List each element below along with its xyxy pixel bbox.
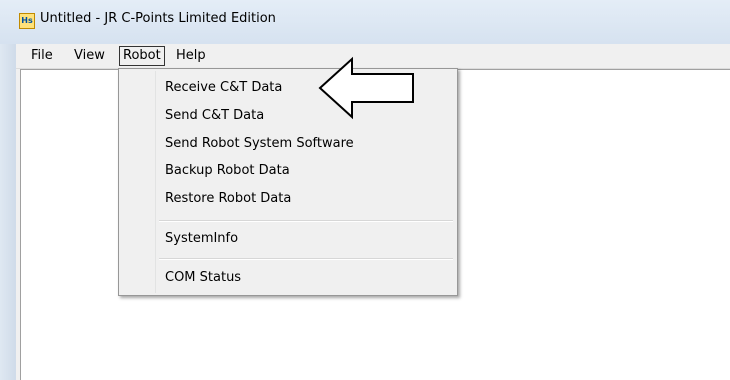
menu-item-label: Send Robot System Software (165, 136, 354, 151)
menu-separator (159, 220, 453, 222)
title-bar[interactable]: Hs Untitled - JR C-Points Limited Editio… (0, 0, 730, 44)
menu-help[interactable]: Help (173, 47, 209, 65)
arrow-callout-icon (318, 56, 414, 120)
menu-item-systeminfo[interactable]: SystemInfo (121, 226, 455, 252)
menu-file[interactable]: File (28, 47, 56, 65)
menu-item-com-status[interactable]: COM Status (121, 265, 455, 291)
left-arrow-shape (318, 56, 414, 120)
menu-item-label: Backup Robot Data (165, 163, 290, 178)
menu-robot[interactable]: Robot (119, 46, 165, 66)
window-left-border (0, 44, 16, 380)
menu-item-label: SystemInfo (165, 231, 239, 246)
window-title: Untitled - JR C-Points Limited Edition (40, 11, 276, 26)
menu-item-restore-robot-data[interactable]: Restore Robot Data (121, 186, 455, 212)
menu-item-send-robot-system-software[interactable]: Send Robot System Software (121, 131, 455, 157)
app-icon: Hs (19, 13, 35, 29)
menu-item-backup-robot-data[interactable]: Backup Robot Data (121, 158, 455, 184)
app-window: Hs Untitled - JR C-Points Limited Editio… (0, 0, 730, 380)
menu-item-label: Receive C&T Data (165, 80, 283, 95)
client-left-edge (20, 70, 21, 380)
menu-separator (159, 258, 453, 260)
menu-item-label: COM Status (165, 270, 242, 285)
menu-item-label: Send C&T Data (165, 108, 265, 123)
menu-view[interactable]: View (71, 47, 108, 65)
menu-item-label: Restore Robot Data (165, 191, 292, 206)
